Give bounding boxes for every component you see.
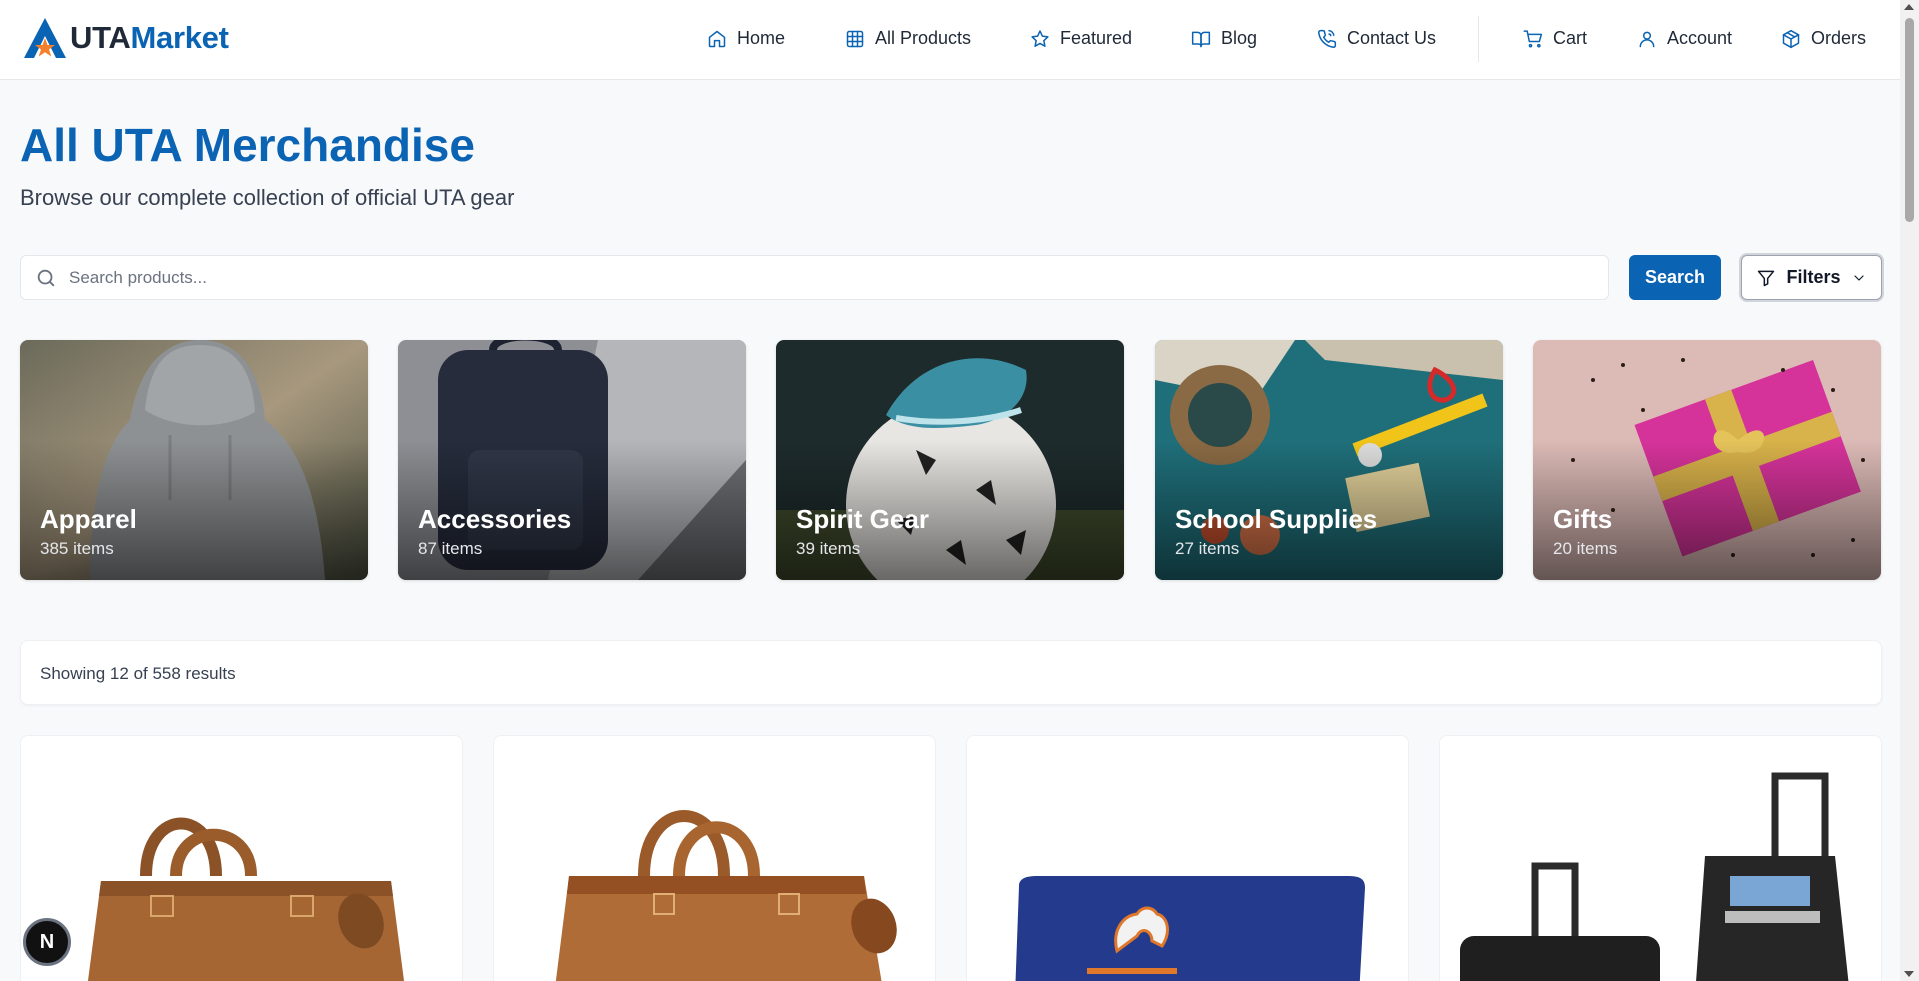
product-card[interactable]	[966, 735, 1409, 981]
site-logo[interactable]: UTAMarket	[20, 16, 229, 60]
blue-table-cover-image	[1015, 876, 1365, 981]
cart-icon	[1523, 29, 1543, 48]
leather-briefcase-image	[87, 817, 405, 981]
category-card-accessories[interactable]: Accessories 87 items	[398, 340, 746, 580]
category-card-spirit-gear[interactable]: Spirit Gear 39 items	[776, 340, 1124, 580]
nav-home-label: Home	[737, 28, 786, 48]
category-name: Apparel	[40, 504, 137, 534]
star-icon	[1031, 29, 1049, 47]
brand-part2: Market	[130, 20, 229, 55]
leather-messenger-bag-image	[555, 810, 897, 981]
nav-all-products-label: All Products	[875, 28, 972, 48]
site-header: UTAMarket Home All Products Featured Blo…	[0, 0, 1900, 80]
nav-cart-label: Cart	[1553, 28, 1588, 48]
nav-account[interactable]: Account	[1637, 28, 1732, 49]
category-count: 385 items	[40, 539, 114, 558]
book-icon	[1191, 31, 1211, 47]
scroll-down-arrow-icon[interactable]	[1904, 971, 1914, 977]
nav-contact-us[interactable]: Contact Us	[1317, 28, 1436, 49]
nav-contact-us-label: Contact Us	[1347, 28, 1437, 48]
nav-blog-label: Blog	[1221, 28, 1258, 48]
rolling-luggage-image	[1460, 772, 1849, 981]
nav-blog[interactable]: Blog	[1191, 28, 1257, 49]
category-count: 20 items	[1553, 539, 1618, 558]
product-card[interactable]	[493, 735, 936, 981]
nav-account-label: Account	[1667, 28, 1733, 48]
nav-orders-label: Orders	[1811, 28, 1867, 48]
page-title: All UTA Merchandise	[20, 119, 475, 171]
search-box[interactable]	[20, 255, 1609, 300]
chevron-down-icon	[1853, 274, 1864, 281]
category-name: Accessories	[418, 504, 572, 534]
grid-icon	[846, 30, 864, 47]
nav-featured[interactable]: Featured	[1030, 28, 1132, 49]
scroll-thumb[interactable]	[1905, 18, 1914, 222]
nav-orders[interactable]: Orders	[1781, 28, 1866, 49]
nav-all-products[interactable]: All Products	[845, 28, 971, 49]
category-count: 39 items	[796, 539, 861, 558]
nav-cart[interactable]: Cart	[1523, 28, 1587, 49]
category-card-apparel[interactable]: Apparel 385 items	[20, 340, 368, 580]
filter-icon	[1758, 270, 1775, 286]
search-input[interactable]	[69, 267, 1569, 288]
category-name: School Supplies	[1175, 504, 1378, 534]
category-card-gifts[interactable]: Gifts 20 items	[1533, 340, 1881, 580]
category-count: 27 items	[1175, 539, 1240, 558]
nav-divider	[1478, 16, 1479, 62]
nav-featured-label: Featured	[1060, 28, 1133, 48]
category-name: Spirit Gear	[796, 504, 929, 534]
page-subtitle: Browse our complete collection of offici…	[20, 185, 515, 210]
category-count: 87 items	[418, 539, 483, 558]
search-icon	[37, 269, 55, 286]
phone-icon	[1318, 29, 1337, 48]
package-icon	[1782, 29, 1800, 48]
filters-button[interactable]: Filters	[1741, 255, 1882, 300]
results-count-text: Showing 12 of 558 results	[40, 664, 236, 683]
home-icon	[708, 30, 726, 47]
user-icon	[1639, 31, 1655, 47]
product-card[interactable]	[20, 735, 463, 981]
uta-star-logo-icon	[24, 18, 66, 58]
page-scrollbar[interactable]	[1900, 0, 1919, 981]
scroll-up-arrow-icon[interactable]	[1904, 4, 1914, 10]
brand-name: UTAMarket	[70, 20, 229, 56]
category-card-school-supplies[interactable]: School Supplies 27 items	[1155, 340, 1503, 580]
brand-part1: UTA	[70, 20, 131, 55]
product-card[interactable]	[1439, 735, 1882, 981]
nav-home[interactable]: Home	[707, 28, 785, 49]
search-button[interactable]: Search	[1629, 255, 1721, 300]
filters-label: Filters	[1786, 267, 1841, 287]
floating-dev-badge[interactable]: N	[23, 918, 71, 966]
results-summary-bar: Showing 12 of 558 results	[20, 640, 1882, 705]
category-name: Gifts	[1553, 504, 1613, 534]
